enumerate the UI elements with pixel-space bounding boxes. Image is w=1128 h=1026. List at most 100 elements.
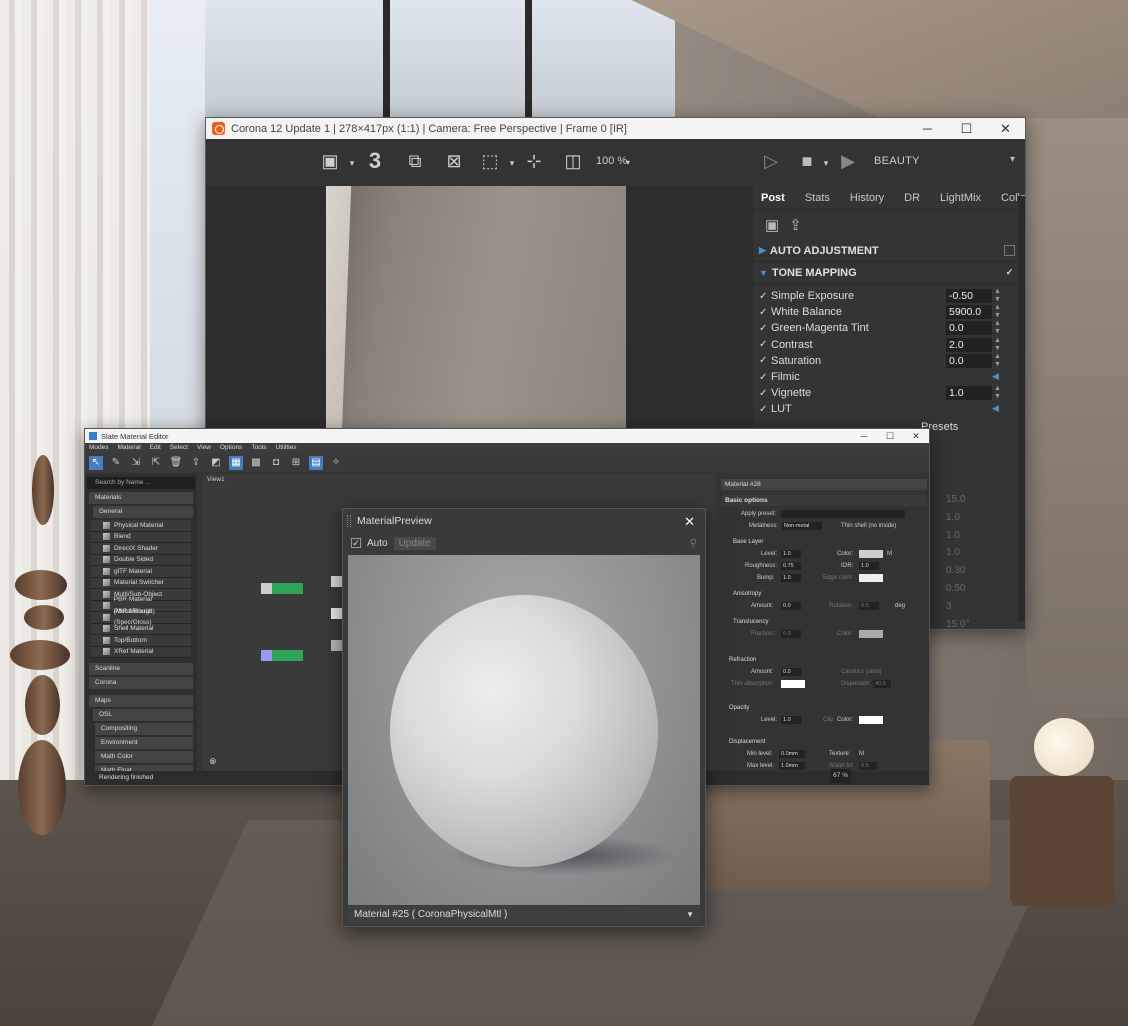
- assign-material-icon[interactable]: ⇲: [129, 456, 143, 470]
- checker-icon[interactable]: ▦: [229, 455, 243, 470]
- tab-history[interactable]: History: [850, 192, 884, 204]
- eyedropper-icon[interactable]: ✎: [109, 456, 123, 470]
- ior-value[interactable]: 1.0: [859, 562, 879, 570]
- menu-options[interactable]: Options: [220, 443, 242, 453]
- minimize-icon[interactable]: ─: [908, 121, 947, 137]
- spinner-icon[interactable]: ▲ ▼: [994, 385, 1001, 401]
- preview-title-bar[interactable]: MaterialPreview ✕: [343, 509, 705, 533]
- move-children-icon[interactable]: ⇱: [149, 456, 163, 470]
- check-icon[interactable]: ✓: [759, 291, 769, 302]
- check-icon[interactable]: ✓: [759, 355, 769, 366]
- check-icon[interactable]: ✓: [759, 339, 769, 350]
- resume-icon[interactable]: ▶: [836, 149, 860, 173]
- check-icon[interactable]: ✓: [759, 372, 769, 383]
- tab-post[interactable]: Post: [761, 192, 785, 204]
- view-tab[interactable]: View1: [207, 476, 225, 483]
- tone-value[interactable]: 5900.0: [946, 305, 992, 320]
- frame-number[interactable]: 3: [363, 149, 387, 173]
- select-arrow-icon[interactable]: ↖: [89, 455, 103, 470]
- chevron-down-icon[interactable]: ▾: [500, 151, 524, 175]
- list-item[interactable]: Blend: [91, 531, 191, 543]
- group-general[interactable]: General: [93, 506, 193, 518]
- section-auto-adjustment[interactable]: ▶ AUTO ADJUSTMENT: [753, 240, 1025, 262]
- update-button[interactable]: Update: [393, 536, 436, 550]
- split-view-icon[interactable]: ◫: [561, 149, 585, 173]
- check-icon[interactable]: ✓: [759, 307, 769, 318]
- menu-edit[interactable]: Edit: [150, 443, 161, 453]
- view-grid-icon[interactable]: ▤: [309, 455, 323, 470]
- check-icon[interactable]: ✓: [759, 388, 769, 399]
- clear-icon[interactable]: ⊠: [442, 149, 466, 173]
- menu-modes[interactable]: Modes: [89, 443, 109, 453]
- tone-value[interactable]: -0.50: [946, 289, 992, 303]
- render-pass-select[interactable]: BEAUTY: [874, 155, 920, 167]
- auto-adjustment-checkbox[interactable]: [1004, 245, 1015, 256]
- group-maps[interactable]: Maps: [89, 695, 193, 707]
- tone-row-saturation[interactable]: ✓ Saturation 0.0 ▲ ▼: [753, 353, 1025, 369]
- spinner-icon[interactable]: ▲ ▼: [994, 353, 1001, 369]
- menu-select[interactable]: Select: [170, 443, 188, 453]
- group-corona[interactable]: Corona: [89, 677, 193, 689]
- magic-wand-icon[interactable]: ✧: [329, 456, 343, 470]
- material-node[interactable]: [261, 583, 303, 594]
- tone-row-exposure[interactable]: ✓ Simple Exposure -0.50 ▲ ▼: [753, 288, 1025, 304]
- chevron-down-icon[interactable]: ▾: [340, 151, 364, 175]
- max-level-value[interactable]: 1.0mm: [779, 762, 805, 770]
- tone-row-white-balance[interactable]: ✓ White Balance 5900.0 ▲ ▼: [753, 304, 1025, 320]
- map-button[interactable]: M: [859, 748, 864, 760]
- menu-view[interactable]: View: [197, 443, 211, 453]
- tone-value[interactable]: 0.0: [946, 321, 992, 336]
- show-background-icon[interactable]: ◩: [209, 456, 223, 470]
- play-icon[interactable]: ▷: [759, 149, 783, 173]
- layout-icon[interactable]: ▩: [249, 456, 263, 470]
- check-icon[interactable]: ✓: [759, 404, 769, 415]
- close-icon[interactable]: ✕: [903, 431, 929, 442]
- menu-utilities[interactable]: Utilities: [276, 443, 297, 453]
- zoom-select[interactable]: 67 %: [830, 769, 851, 783]
- chevron-down-icon[interactable]: ▾: [814, 151, 838, 175]
- region-select-icon[interactable]: ⬚: [478, 149, 502, 173]
- absorption-swatch[interactable]: [781, 680, 805, 688]
- chevron-down-icon[interactable]: ▾: [616, 151, 640, 175]
- delete-icon[interactable]: 🗑: [169, 456, 183, 470]
- tone-row-vignette[interactable]: ✓ Vignette 1.0 ▲ ▼: [753, 385, 1025, 401]
- maximize-icon[interactable]: ☐: [877, 431, 903, 442]
- list-item[interactable]: PBR Material (Spec/Gloss): [91, 608, 191, 626]
- dispersion-value[interactable]: 40.0: [873, 680, 891, 688]
- show-in-viewport-icon[interactable]: ⇪: [189, 456, 203, 470]
- map-button[interactable]: M: [887, 548, 892, 560]
- spinner-icon[interactable]: ▲ ▼: [994, 320, 1001, 336]
- auto-layout-icon[interactable]: ⊞: [289, 456, 303, 470]
- drag-grip-icon[interactable]: [347, 515, 351, 527]
- save-icon[interactable]: ▣: [318, 149, 342, 173]
- bump-value[interactable]: 1.0: [781, 574, 801, 582]
- refraction-amount[interactable]: 0.0: [781, 668, 801, 676]
- group-scanline[interactable]: Scanline: [89, 663, 193, 675]
- edge-color-swatch[interactable]: [859, 574, 883, 582]
- tab-dr[interactable]: DR: [904, 192, 920, 204]
- check-icon[interactable]: ✓: [759, 323, 769, 334]
- rollout-basic-options[interactable]: Basic options: [721, 495, 927, 506]
- tone-row-contrast[interactable]: ✓ Contrast 2.0 ▲ ▼: [753, 337, 1025, 353]
- section-tone-mapping[interactable]: ▼ TONE MAPPING ✓: [753, 262, 1025, 284]
- group-osl[interactable]: OSL: [93, 709, 193, 721]
- list-item[interactable]: XRef Material: [91, 646, 191, 658]
- material-node[interactable]: [331, 608, 342, 619]
- menu-tools[interactable]: Tools: [251, 443, 266, 453]
- expand-left-icon[interactable]: ◀: [992, 403, 999, 414]
- opacity-color-swatch[interactable]: [859, 716, 883, 724]
- minimize-icon[interactable]: ─: [851, 431, 877, 442]
- expand-left-icon[interactable]: ◀: [992, 371, 999, 382]
- maximize-icon[interactable]: ☐: [947, 121, 986, 137]
- material-select[interactable]: Material #25 ( CoronaPhysicalMtl ) ▼: [348, 906, 700, 924]
- tone-row-tint[interactable]: ✓ Green-Magenta Tint 0.0 ▲ ▼: [753, 320, 1025, 336]
- chevron-down-icon[interactable]: ▾: [1010, 154, 1015, 165]
- anisotropy-amount[interactable]: 0.0: [781, 602, 801, 610]
- metalness-select[interactable]: Non-metal: [782, 522, 822, 530]
- map-icon[interactable]: ◘: [269, 456, 283, 470]
- list-item[interactable]: Double Sided: [91, 554, 191, 566]
- chevron-down-icon[interactable]: ▼: [686, 906, 694, 924]
- tab-stats[interactable]: Stats: [805, 192, 830, 204]
- translucency-color-swatch[interactable]: [859, 630, 883, 638]
- close-icon[interactable]: ✕: [986, 121, 1025, 137]
